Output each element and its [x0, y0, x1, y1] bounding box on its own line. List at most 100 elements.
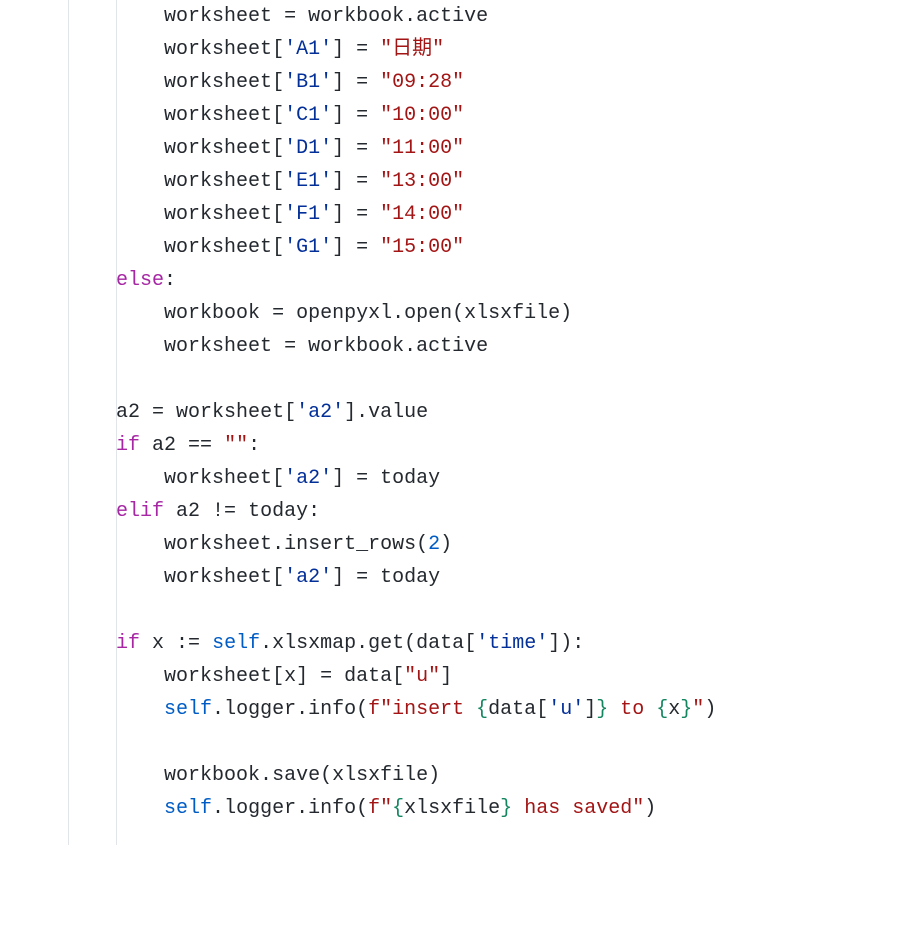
- code-token: "10:00": [380, 104, 464, 127]
- code-token: "09:28": [380, 71, 464, 94]
- code-line: [20, 363, 886, 396]
- code-token: =: [284, 5, 296, 28]
- code-token: 'C1': [284, 104, 332, 127]
- code-token: worksheet: [164, 5, 284, 28]
- code-token: 'E1': [284, 170, 332, 193]
- code-token: {: [476, 698, 488, 721]
- code-token: ]: [584, 698, 596, 721]
- code-token: [344, 38, 356, 61]
- code-token: worksheet: [164, 170, 272, 193]
- code-token: "": [224, 434, 248, 457]
- code-line: else:: [20, 264, 886, 297]
- code-token: [344, 71, 356, 94]
- code-line: workbook = openpyxl.open(xlsxfile): [20, 297, 886, 330]
- code-token: [368, 104, 380, 127]
- code-token: data[: [488, 698, 548, 721]
- code-line: [20, 594, 886, 627]
- code-token: a2: [140, 434, 188, 457]
- code-token: 'a2': [296, 401, 344, 424]
- code-token: [200, 632, 212, 655]
- code-token: has saved": [512, 797, 644, 820]
- code-token: [344, 236, 356, 259]
- code-token: [344, 104, 356, 127]
- code-token: ]: [440, 665, 452, 688]
- code-token: [: [284, 401, 296, 424]
- code-token: }: [596, 698, 608, 721]
- code-token: (: [320, 764, 332, 787]
- code-token: [368, 137, 380, 160]
- code-line: worksheet['G1'] = "15:00": [20, 231, 886, 264]
- code-token: ]: [332, 467, 344, 490]
- code-token: today: [368, 566, 440, 589]
- code-token: today:: [236, 500, 320, 523]
- indent-guide: [116, 0, 117, 845]
- code-token: [368, 203, 380, 226]
- code-token: xlsxfile: [332, 764, 428, 787]
- code-token: xlsxfile: [404, 797, 500, 820]
- indent-guide: [68, 0, 69, 845]
- code-token: 'F1': [284, 203, 332, 226]
- code-token: ==: [188, 434, 212, 457]
- code-token: .: [212, 698, 224, 721]
- code-line: worksheet = workbook.active: [20, 330, 886, 363]
- code-token: 'u': [548, 698, 584, 721]
- code-token: worksheet: [164, 104, 272, 127]
- code-token: =: [272, 302, 284, 325]
- code-token: "14:00": [380, 203, 464, 226]
- code-token: ]: [332, 137, 344, 160]
- code-token: .: [356, 632, 368, 655]
- code-token: info: [308, 698, 356, 721]
- code-line: worksheet['E1'] = "13:00": [20, 165, 886, 198]
- code-line: if x := self.xlsxmap.get(data['time']):: [20, 627, 886, 660]
- code-token: ]: [548, 632, 560, 655]
- code-line: worksheet['B1'] = "09:28": [20, 66, 886, 99]
- code-token: =: [356, 467, 368, 490]
- code-token: !=: [212, 500, 236, 523]
- code-token: 'D1': [284, 137, 332, 160]
- code-token: get: [368, 632, 404, 655]
- code-line: worksheet = workbook.active: [20, 0, 886, 33]
- code-token: logger: [224, 797, 296, 820]
- code-token: 'B1': [284, 71, 332, 94]
- code-token: [: [272, 236, 284, 259]
- code-token: ]: [332, 236, 344, 259]
- code-token: [: [272, 170, 284, 193]
- code-token: [212, 434, 224, 457]
- code-token: worksheet: [164, 71, 272, 94]
- code-token: .: [404, 5, 416, 28]
- code-token: [344, 203, 356, 226]
- code-token: xlsxfile: [464, 302, 560, 325]
- code-token: :: [248, 434, 260, 457]
- code-token: worksheet: [164, 203, 272, 226]
- code-token: 'a2': [284, 467, 332, 490]
- code-token: [368, 38, 380, 61]
- code-token: "11:00": [380, 137, 464, 160]
- code-line: [20, 726, 886, 759]
- code-token: "15:00": [380, 236, 464, 259]
- code-token: [368, 236, 380, 259]
- code-token: ]: [332, 170, 344, 193]
- code-token: logger: [224, 698, 296, 721]
- code-token: ]: [344, 401, 356, 424]
- code-token: today: [368, 467, 440, 490]
- code-line: self.logger.info(f"insert {data['u']} to…: [20, 693, 886, 726]
- code-line: worksheet.insert_rows(2): [20, 528, 886, 561]
- code-token: [: [392, 665, 404, 688]
- code-token: }: [500, 797, 512, 820]
- code-token: worksheet: [164, 566, 272, 589]
- code-token: :: [572, 632, 584, 655]
- code-token: ]: [296, 665, 308, 688]
- code-line: a2 = worksheet['a2'].value: [20, 396, 886, 429]
- code-token: self: [164, 698, 212, 721]
- code-line: workbook.save(xlsxfile): [20, 759, 886, 792]
- code-token: }: [680, 698, 692, 721]
- code-token: [: [272, 137, 284, 160]
- code-token: (: [356, 698, 368, 721]
- code-token: =: [356, 203, 368, 226]
- code-line: worksheet[x] = data["u"]: [20, 660, 886, 693]
- code-token: active: [416, 335, 488, 358]
- code-token: [: [272, 71, 284, 94]
- code-line: worksheet['a2'] = today: [20, 462, 886, 495]
- code-token: ]: [332, 104, 344, 127]
- code-token: workbook: [164, 302, 272, 325]
